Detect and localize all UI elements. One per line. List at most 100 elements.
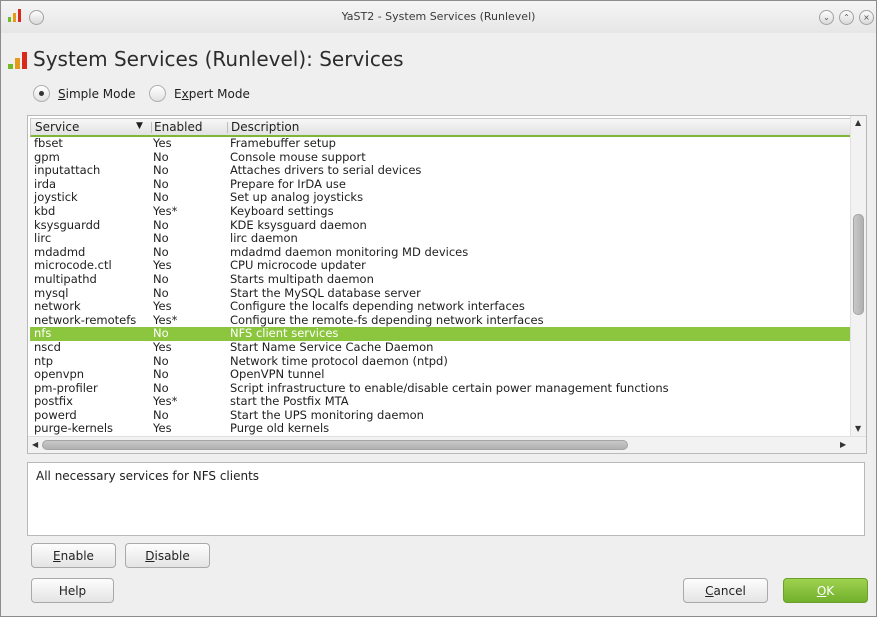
- table-row[interactable]: nfs No NFS client services: [30, 326, 852, 341]
- window-title: YaST2 - System Services (Runlevel): [341, 10, 536, 23]
- column-separator[interactable]: [227, 122, 228, 133]
- table-row[interactable]: mdadmd No mdadmd daemon monitoring MD devi…: [30, 244, 852, 260]
- scroll-right-arrow-icon[interactable]: ▶: [840, 440, 846, 449]
- cell-service: lirc: [34, 231, 52, 246]
- cell-enabled: No: [153, 217, 169, 232]
- table-rows: fbset Yes Framebuffer setup gpm No Console mo…: [30, 136, 852, 436]
- cell-service: mysql: [34, 285, 69, 300]
- cell-service: multipathd: [34, 271, 97, 286]
- cell-enabled: No: [153, 190, 169, 205]
- column-header-description[interactable]: Description: [231, 120, 299, 134]
- cell-description: mdadmd daemon monitoring MD devices: [230, 244, 469, 259]
- minimize-icon[interactable]: ⌄: [819, 10, 834, 25]
- table-row[interactable]: ntp No Network time protocol daemon (ntpd): [30, 353, 852, 369]
- cell-service: powerd: [34, 407, 77, 422]
- table-row[interactable]: network Yes Configure the localfs dependin…: [30, 299, 852, 314]
- table-row[interactable]: powerd No Start the UPS monitoring daemon: [30, 407, 852, 423]
- cell-enabled: No: [153, 380, 169, 395]
- scroll-left-arrow-icon[interactable]: ◀: [32, 440, 38, 449]
- cell-description: Console mouse support: [230, 149, 366, 164]
- table-row[interactable]: nscd Yes Start Name Service Cache Daemon: [30, 339, 852, 355]
- services-table[interactable]: Service ▼ Enabled Description fbset Yes Fr…: [27, 115, 867, 454]
- cell-enabled: Yes*: [153, 312, 178, 327]
- table-row[interactable]: mysql No Start the MySQL database server: [30, 285, 852, 301]
- cell-description: Start Name Service Cache Daemon: [230, 339, 434, 354]
- cell-description: NFS client services: [230, 326, 339, 341]
- disable-button[interactable]: Disable: [125, 543, 210, 568]
- cell-enabled: Yes: [153, 299, 172, 314]
- cell-enabled: Yes*: [153, 394, 178, 409]
- horizontal-scrollbar[interactable]: ◀ ▶: [28, 436, 866, 453]
- scroll-up-arrow-icon[interactable]: ▲: [855, 118, 861, 127]
- cell-service: purge-kernels: [34, 421, 114, 436]
- cancel-button[interactable]: Cancel: [683, 578, 768, 603]
- cell-service: network: [34, 299, 81, 314]
- yast-window: YaST2 - System Services (Runlevel) ⌄ ⌃ ×…: [0, 0, 877, 617]
- cell-service: network-remotefs: [34, 312, 137, 327]
- table-row[interactable]: purge-kernels Yes Purge old kernels: [30, 421, 852, 436]
- maximize-icon[interactable]: ⌃: [839, 10, 854, 25]
- help-button[interactable]: Help: [31, 578, 114, 603]
- cell-enabled: No: [153, 163, 169, 178]
- table-row[interactable]: fbset Yes Framebuffer setup: [30, 136, 852, 151]
- cell-enabled: No: [153, 149, 169, 164]
- column-header-enabled[interactable]: Enabled: [154, 120, 203, 134]
- cell-enabled: Yes: [153, 421, 172, 436]
- table-row[interactable]: microcode.ctl Yes CPU microcode updater: [30, 258, 852, 273]
- ok-button[interactable]: OK: [783, 578, 868, 603]
- cell-description: start the Postfix MTA: [230, 394, 349, 409]
- cell-service: inputattach: [34, 163, 101, 178]
- table-row[interactable]: multipathd No Starts multipath daemon: [30, 271, 852, 287]
- cell-description: Configure the remote-fs depending networ…: [230, 312, 544, 327]
- cell-enabled: No: [153, 176, 169, 191]
- cell-enabled: No: [153, 244, 169, 259]
- table-row[interactable]: joystick No Set up analog joysticks: [30, 190, 852, 205]
- table-row[interactable]: postfix Yes* start the Postfix MTA: [30, 394, 852, 409]
- table-row[interactable]: network-remotefs Yes* Configure the remote…: [30, 312, 852, 328]
- table-row[interactable]: irda No Prepare for IrDA use: [30, 176, 852, 192]
- cell-service: microcode.ctl: [34, 258, 112, 273]
- table-row[interactable]: ksysguardd No KDE ksysguard daemon: [30, 217, 852, 233]
- cell-description: CPU microcode updater: [230, 258, 366, 273]
- column-header-service[interactable]: Service: [35, 120, 79, 134]
- cell-service: fbset: [34, 136, 63, 150]
- title-bar[interactable]: YaST2 - System Services (Runlevel) ⌄ ⌃ ×: [1, 1, 876, 33]
- vertical-scrollbar-thumb[interactable]: [853, 214, 864, 315]
- cell-enabled: No: [153, 407, 169, 422]
- simple-mode-label: Simple Mode: [58, 86, 136, 101]
- cell-description: Script infrastructure to enable/disable …: [230, 380, 669, 395]
- simple-mode-radio-button[interactable]: [33, 85, 50, 102]
- horizontal-scrollbar-thumb[interactable]: [42, 440, 628, 450]
- table-row[interactable]: openvpn No OpenVPN tunnel: [30, 367, 852, 382]
- column-separator[interactable]: [151, 122, 152, 133]
- scroll-down-arrow-icon[interactable]: ▼: [855, 424, 861, 433]
- enable-button[interactable]: Enable: [31, 543, 116, 568]
- cell-service: postfix: [34, 394, 73, 409]
- cell-enabled: Yes: [153, 258, 172, 273]
- cell-service: ntp: [34, 353, 54, 368]
- expert-mode-radio[interactable]: Expert Mode: [149, 85, 250, 102]
- cell-description: Configure the localfs depending network …: [230, 299, 525, 314]
- expert-mode-radio-button[interactable]: [149, 85, 166, 102]
- cell-description: Attaches drivers to serial devices: [230, 163, 422, 178]
- table-row[interactable]: lirc No lirc daemon: [30, 231, 852, 246]
- cell-description: Purge old kernels: [230, 421, 330, 436]
- service-description-text: All necessary services for NFS clients: [36, 469, 260, 483]
- service-description-box: All necessary services for NFS clients: [27, 462, 865, 536]
- table-row[interactable]: gpm No Console mouse support: [30, 149, 852, 165]
- cell-service: nscd: [34, 339, 61, 354]
- table-row[interactable]: pm-profiler No Script infrastructure to en…: [30, 380, 852, 396]
- cell-service: ksysguardd: [34, 217, 101, 232]
- vertical-scrollbar[interactable]: ▲ ▼: [850, 116, 866, 436]
- close-icon[interactable]: ×: [859, 10, 874, 25]
- cell-description: Start the UPS monitoring daemon: [230, 407, 424, 422]
- cell-service: kbd: [34, 203, 56, 218]
- table-row[interactable]: inputattach No Attaches drivers to serial …: [30, 163, 852, 178]
- simple-mode-radio[interactable]: Simple Mode: [33, 85, 136, 102]
- table-row[interactable]: kbd Yes* Keyboard settings: [30, 203, 852, 219]
- cell-service: openvpn: [34, 367, 85, 382]
- cell-description: Start the MySQL database server: [230, 285, 421, 300]
- cell-description: OpenVPN tunnel: [230, 367, 325, 382]
- cell-enabled: No: [153, 231, 169, 246]
- chevron-down-icon[interactable]: ▼: [136, 121, 143, 131]
